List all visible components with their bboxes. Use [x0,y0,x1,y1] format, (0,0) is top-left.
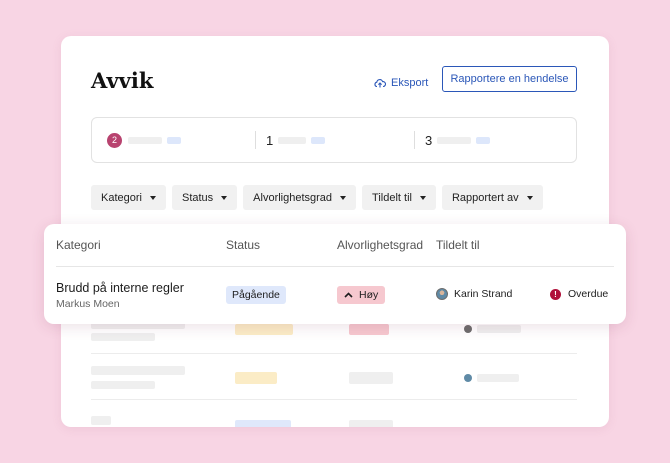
stat-count: 1 [266,132,274,148]
due-status: ! Overdue [550,288,608,300]
filter-reported-by[interactable]: Rapportert av [441,185,543,210]
filter-label: Tildelt til [372,191,412,204]
stat-label-placeholder [437,136,471,144]
stat-item[interactable]: 1 [266,118,325,162]
filter-severity[interactable]: Alvorlighetsgrad [243,185,357,210]
incident-reporter: Markus Moen [56,298,120,310]
column-header-severity: Alvorlighetsgrad [337,238,424,252]
caret-down-icon [419,195,426,200]
placeholder-row [91,400,577,427]
filter-bar: Kategori Status Alvorlighetsgrad Tildelt… [91,185,543,210]
due-status-label: Overdue [568,288,609,300]
incident-category[interactable]: Brudd på interne regler [56,281,184,295]
caret-down-icon [221,195,228,200]
caret-down-icon [340,195,347,200]
cloud-upload-icon [374,79,386,88]
stat-value-placeholder [476,136,490,144]
stat-item[interactable]: 3 [425,118,490,162]
filter-label: Alvorlighetsgrad [253,191,333,204]
highlighted-incident-row: Kategori Status Alvorlighetsgrad Tildelt… [44,224,626,324]
assignee[interactable]: Karin Strand [436,288,512,300]
stats-bar: 2 1 3 [91,117,577,163]
stat-divider [414,131,415,149]
avatar [436,288,448,300]
exclamation-circle-icon: ! [550,288,561,300]
column-header-assigned-to: Tildelt til [436,238,480,252]
stat-count-badge: 2 [107,132,122,148]
filter-status[interactable]: Status [171,185,238,210]
assignee-name: Karin Strand [454,288,513,300]
stat-value-placeholder [167,136,181,144]
stat-item[interactable]: 2 [107,118,181,162]
filter-label: Kategori [101,191,142,204]
stat-count: 3 [425,132,433,148]
header-separator [56,266,614,267]
filter-label: Rapportert av [451,191,519,204]
export-label: Eksport [391,77,429,89]
stat-label-placeholder [128,136,162,144]
column-header-status: Status [226,238,261,252]
filter-assigned-to[interactable]: Tildelt til [362,185,436,210]
chevron-up-icon [344,292,353,298]
report-incident-button[interactable]: Rapportere en hendelse [442,66,577,92]
filter-category[interactable]: Kategori [91,185,166,210]
severity-label: Høy [359,289,379,301]
stat-label-placeholder [278,136,306,144]
column-header-category: Kategori [56,238,101,252]
page-title: Avvik [91,68,154,93]
status-label: Pågående [232,289,280,301]
caret-down-icon [526,195,533,200]
status-badge: Pågående [226,286,286,304]
caret-down-icon [149,195,156,200]
filter-label: Status [181,191,214,204]
placeholder-row [91,354,577,400]
severity-badge: Høy [337,286,386,304]
stat-divider [255,131,256,149]
export-link[interactable]: Eksport [374,73,428,93]
stat-value-placeholder [311,136,325,144]
